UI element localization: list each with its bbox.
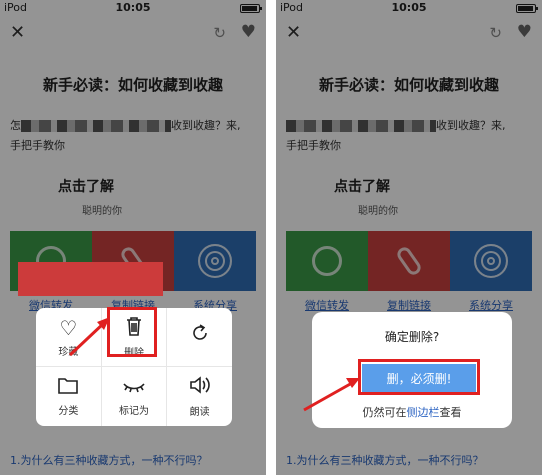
arrow-to-delete-icon <box>68 317 110 357</box>
right-screenshot: iPod 10:05 ✕ ↻ ♥ 新手必读：如何收藏到收趣 收到收趣？来, 手把… <box>276 0 542 475</box>
divider-gap <box>266 0 276 475</box>
arrow-to-confirm-button <box>303 378 360 412</box>
left-screenshot: iPod 10:05 ✕ ↻ ♥ 新手必读：如何收藏到收趣 怎收到收趣？来, 手… <box>0 0 266 475</box>
